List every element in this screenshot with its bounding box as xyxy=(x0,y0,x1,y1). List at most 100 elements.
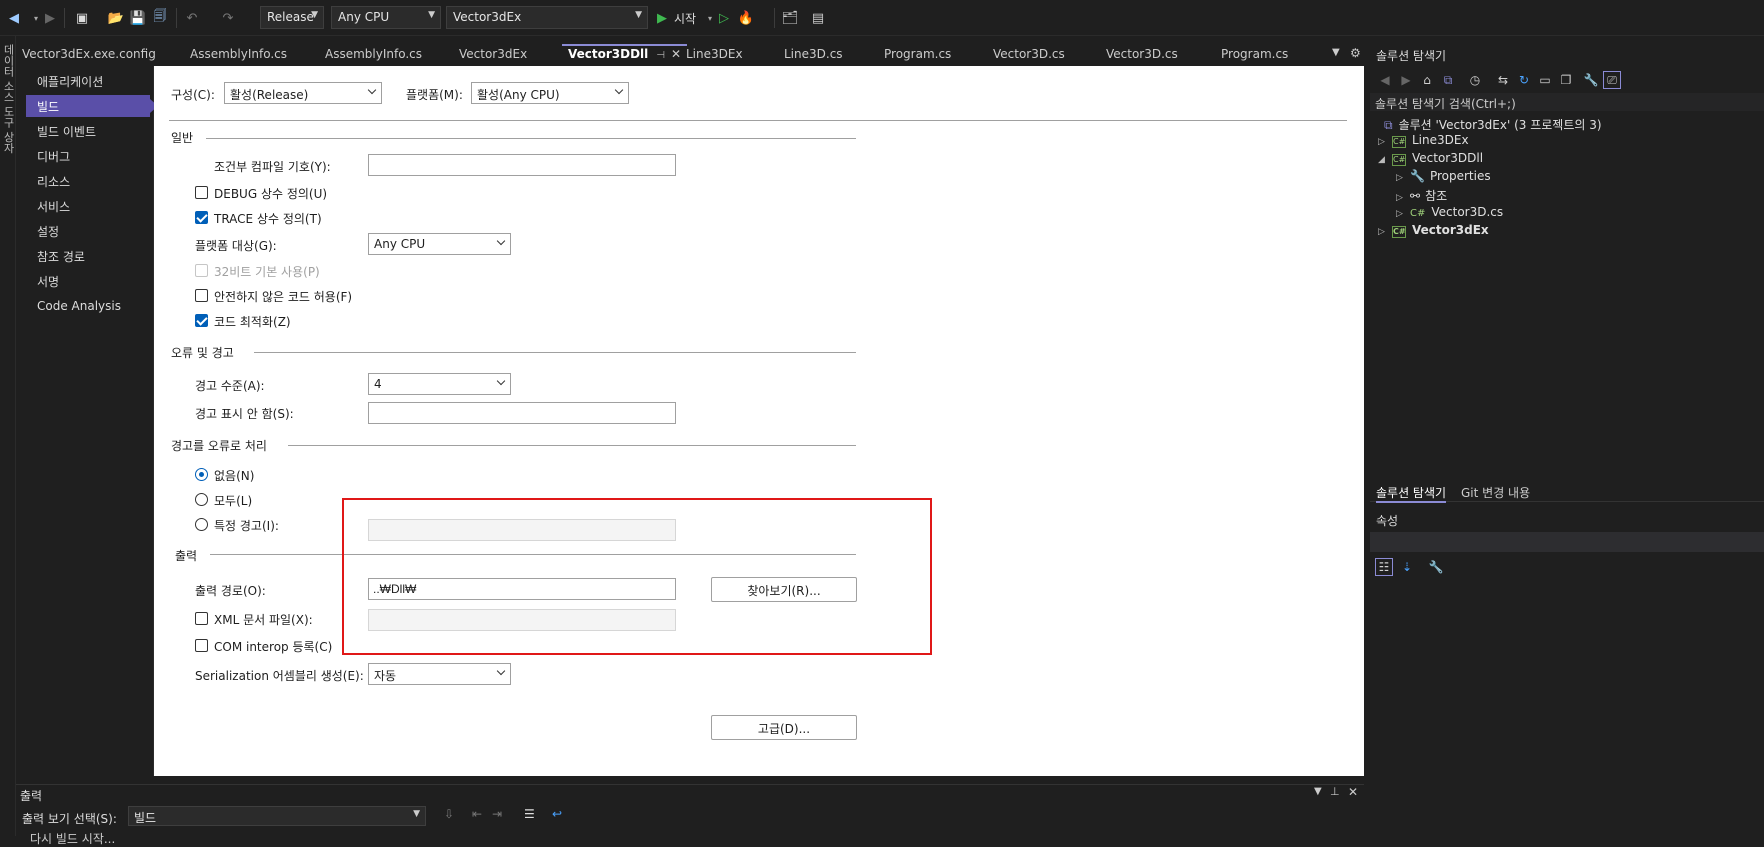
tab-line3dex[interactable]: Line3DEx xyxy=(680,44,749,65)
expand-arrow-icon[interactable]: ▷ xyxy=(1396,173,1410,183)
tree-references[interactable]: ▷ ⚯ 참조 xyxy=(1396,187,1447,204)
prev-message-icon[interactable]: ⇤ xyxy=(472,807,482,821)
preview-icon[interactable]: ⎚ xyxy=(1603,71,1621,89)
xml-doc-checkbox[interactable] xyxy=(195,612,208,625)
tree-vector3ddll[interactable]: ◢ C# Vector3DDll xyxy=(1378,151,1483,166)
expand-arrow-icon[interactable]: ▷ xyxy=(1378,227,1392,237)
platform-target-select[interactable]: Any CPU xyxy=(368,233,511,255)
tab-assemblyinfo-2[interactable]: AssemblyInfo.cs xyxy=(319,44,428,65)
forward-icon[interactable]: ▶ xyxy=(1397,71,1415,89)
forward-icon[interactable]: ▶ xyxy=(40,8,60,28)
dropdown-icon[interactable]: ▼ xyxy=(1314,786,1322,797)
com-interop-checkbox[interactable] xyxy=(195,639,208,652)
tree-properties[interactable]: ▷ 🔧 Properties xyxy=(1396,169,1491,183)
nav-item-code-analysis[interactable]: Code Analysis xyxy=(26,296,150,318)
pin-icon[interactable]: ⊥ xyxy=(1330,785,1340,798)
nav-item-build-events[interactable]: 빌드 이벤트 xyxy=(26,120,150,142)
suppress-warnings-input[interactable] xyxy=(368,402,676,424)
nav-item-settings[interactable]: 설정 xyxy=(26,220,150,242)
start-button-label[interactable]: 시작 xyxy=(674,10,696,27)
collapse-arrow-icon[interactable]: ◢ xyxy=(1378,155,1392,165)
nav-item-application[interactable]: 애플리케이션 xyxy=(26,70,150,92)
expand-arrow-icon[interactable]: ▷ xyxy=(1378,137,1392,147)
start-without-debug-icon[interactable]: ▷ xyxy=(714,8,734,28)
startup-project-select[interactable]: Vector3dEx ▼ xyxy=(446,6,648,29)
tree-vector3dex[interactable]: ▷ C# Vector3dEx xyxy=(1378,223,1489,238)
treat-warnings-specific-radio[interactable] xyxy=(195,518,208,531)
nav-item-build[interactable]: 빌드 xyxy=(26,95,158,117)
switch-views-icon[interactable]: ⧉ xyxy=(1439,71,1457,89)
expand-arrow-icon[interactable]: ▷ xyxy=(1396,193,1410,203)
categorized-icon[interactable]: ☷ xyxy=(1375,558,1393,576)
chevron-down-icon: ▼ xyxy=(428,10,435,20)
tree-vector3d-cs[interactable]: ▷ C# Vector3D.cs xyxy=(1396,205,1503,219)
optimize-code-checkbox[interactable] xyxy=(195,314,208,327)
tab-vector3d-cs-1[interactable]: Vector3D.cs xyxy=(987,44,1071,65)
treat-warnings-all-radio[interactable] xyxy=(195,493,208,506)
output-source-select[interactable]: 빌드 ▼ xyxy=(128,806,426,826)
tab-program-cs-1[interactable]: Program.cs xyxy=(878,44,957,65)
treat-warnings-none-radio[interactable] xyxy=(195,468,208,481)
collapse-all-icon[interactable]: ▭ xyxy=(1536,71,1554,89)
next-message-icon[interactable]: ⇥ xyxy=(492,807,502,821)
nav-item-debug[interactable]: 디버그 xyxy=(26,145,150,167)
nav-item-signing[interactable]: 서명 xyxy=(26,270,150,292)
solution-config-select[interactable]: Release ▼ xyxy=(260,6,324,29)
solution-search-box[interactable]: 솔루션 탐색기 검색(Ctrl+;) xyxy=(1370,93,1764,111)
home-icon[interactable]: ⌂ xyxy=(1418,71,1436,89)
clear-all-icon[interactable]: ☰ xyxy=(524,807,535,821)
expand-arrow-icon[interactable]: ▷ xyxy=(1396,209,1410,219)
find-message-icon[interactable]: ⇩ xyxy=(444,807,454,821)
properties-object-select[interactable] xyxy=(1370,532,1764,552)
gear-icon[interactable]: ⚙ xyxy=(1350,46,1361,60)
nav-item-resources[interactable]: 리소스 xyxy=(26,170,150,192)
tab-vector3dex-exe-config[interactable]: Vector3dEx.exe.config xyxy=(16,44,162,65)
nav-item-reference-paths[interactable]: 참조 경로 xyxy=(26,245,150,267)
tab-git-changes[interactable]: Git 변경 내용 xyxy=(1461,484,1530,501)
tree-solution[interactable]: ⧉ 솔루션 'Vector3dEx' (3 프로젝트의 3) xyxy=(1384,116,1602,133)
back-icon[interactable]: ◀ xyxy=(1376,71,1394,89)
open-folder-icon[interactable]: 📂 xyxy=(106,8,126,28)
trace-constant-checkbox[interactable] xyxy=(195,211,208,224)
save-icon[interactable]: 💾 xyxy=(128,8,148,28)
config-select[interactable]: 활성(Release) xyxy=(224,82,382,104)
refresh-icon[interactable]: ↻ xyxy=(1515,71,1533,89)
alphabetical-icon[interactable]: ⇣ xyxy=(1398,558,1416,576)
tab-vector3ddll[interactable]: Vector3DDll ⊣ ✕ xyxy=(562,44,688,65)
new-project-icon[interactable]: ▣ xyxy=(72,8,92,28)
tab-vector3dex[interactable]: Vector3dEx xyxy=(453,44,533,65)
platform-select[interactable]: 활성(Any CPU) xyxy=(471,82,629,104)
allow-unsafe-checkbox[interactable] xyxy=(195,289,208,302)
nav-item-services[interactable]: 서비스 xyxy=(26,195,150,217)
sync-icon[interactable]: ⇆ xyxy=(1494,71,1512,89)
tree-line3dex[interactable]: ▷ C# Line3DEx xyxy=(1378,133,1469,148)
word-wrap-icon[interactable]: ↩ xyxy=(552,807,562,821)
tab-vector3d-cs-2[interactable]: Vector3D.cs xyxy=(1100,44,1184,65)
advanced-button[interactable]: 고급(D)... xyxy=(711,715,857,740)
tab-program-cs-2[interactable]: Program.cs xyxy=(1215,44,1294,65)
tab-assemblyinfo-1[interactable]: AssemblyInfo.cs xyxy=(184,44,293,65)
properties-wrench-icon[interactable]: 🔧 xyxy=(1582,71,1600,89)
redo-icon[interactable]: ↷ xyxy=(218,8,238,28)
layout-icon[interactable]: ▤ xyxy=(808,8,828,28)
toolbox-tab[interactable]: 데이터 소스 도구 상자 xyxy=(0,44,16,154)
hot-reload-icon[interactable]: 🔥 xyxy=(736,8,756,28)
debug-constant-checkbox[interactable] xyxy=(195,186,208,199)
tab-overflow-icon[interactable]: ▼ xyxy=(1332,47,1340,58)
property-pages-icon[interactable]: 🔧 xyxy=(1427,558,1445,576)
tab-line3d-cs[interactable]: Line3D.cs xyxy=(778,44,849,65)
back-icon[interactable]: ◀ xyxy=(4,8,24,28)
solution-platform-select[interactable]: Any CPU ▼ xyxy=(331,6,441,29)
pending-changes-icon[interactable]: ◷ xyxy=(1466,71,1484,89)
tab-solution-explorer[interactable]: 솔루션 탐색기 xyxy=(1376,484,1447,503)
conditional-symbols-input[interactable] xyxy=(368,154,676,176)
close-icon[interactable]: ✕ xyxy=(1348,785,1358,799)
undo-icon[interactable]: ↶ xyxy=(182,8,202,28)
start-debug-icon[interactable]: ▶ xyxy=(652,8,672,28)
serialization-select[interactable]: 자동 xyxy=(368,663,511,685)
warning-level-select[interactable]: 4 xyxy=(368,373,511,395)
pin-icon[interactable]: ⊣ xyxy=(656,50,665,61)
save-all-icon[interactable]: 🗐 xyxy=(150,8,170,28)
browse-folder-icon[interactable]: 🗂 xyxy=(780,8,800,28)
show-all-files-icon[interactable]: ❐ xyxy=(1557,71,1575,89)
